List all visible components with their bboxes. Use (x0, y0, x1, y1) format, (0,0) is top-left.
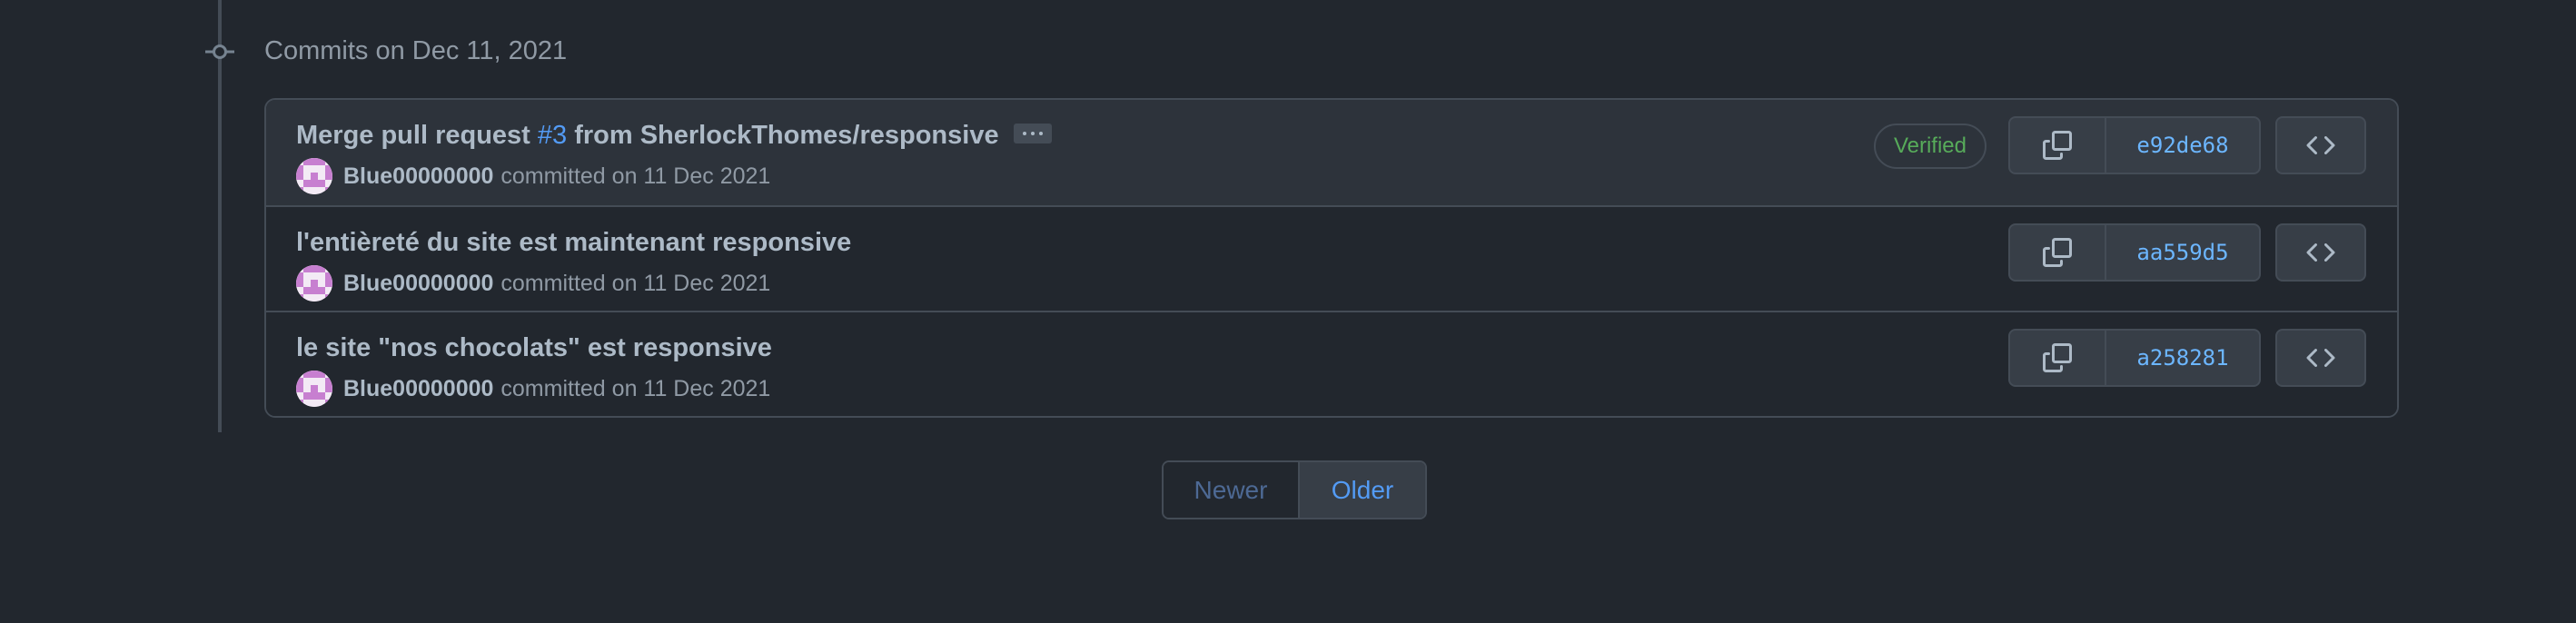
expand-message-button[interactable] (1013, 124, 1052, 144)
commit-author[interactable]: Blue00000000 (343, 163, 493, 190)
browse-repository-button[interactable] (2275, 329, 2366, 387)
copy-sha-button[interactable] (2010, 225, 2106, 280)
copy-icon (2043, 131, 2072, 160)
code-icon (2306, 135, 2335, 155)
pull-request-link[interactable]: #3 (538, 121, 567, 150)
commit-message[interactable]: Merge pull request #3 from SherlockThome… (296, 118, 1052, 153)
code-icon (2306, 242, 2335, 262)
commit-message-suffix[interactable]: from SherlockThomes/responsive (567, 121, 998, 150)
commit-sha-link[interactable]: aa559d5 (2106, 225, 2259, 280)
avatar[interactable] (296, 158, 332, 194)
code-icon (2306, 348, 2335, 368)
copy-icon (2043, 343, 2072, 372)
commit-author[interactable]: Blue00000000 (343, 271, 493, 297)
avatar[interactable] (296, 265, 332, 302)
copy-sha-button[interactable] (2010, 118, 2106, 173)
commit-message-prefix[interactable]: Merge pull request (296, 121, 538, 150)
verified-badge[interactable]: Verified (1873, 124, 1986, 169)
commit-list: Merge pull request #3 from SherlockThome… (264, 98, 2399, 418)
commit-date: committed on 11 Dec 2021 (500, 375, 771, 401)
commit-group-title: Commits on Dec 11, 2021 (264, 36, 568, 65)
commit-message[interactable]: l'entièreté du site est maintenant respo… (296, 225, 851, 260)
commit-sha-group: a258281 (2008, 329, 2261, 387)
browse-repository-button[interactable] (2275, 223, 2366, 282)
commit-meta: Blue00000000 committed on 11 Dec 2021 (296, 265, 770, 302)
copy-sha-button[interactable] (2010, 331, 2106, 385)
commit-message[interactable]: le site "nos chocolats" est responsive (296, 331, 772, 365)
git-commit-icon (205, 38, 234, 65)
commit-row: Merge pull request #3 from SherlockThome… (266, 100, 2397, 205)
commit-meta: Blue00000000 committed on 11 Dec 2021 (296, 158, 770, 194)
newer-button[interactable]: Newer (1164, 462, 1300, 518)
older-button[interactable]: Older (1300, 462, 1425, 518)
browse-repository-button[interactable] (2275, 116, 2366, 174)
pagination: Newer Older (1162, 460, 1427, 519)
commit-sha-link[interactable]: e92de68 (2106, 118, 2259, 173)
commit-author[interactable]: Blue00000000 (343, 376, 493, 402)
avatar[interactable] (296, 371, 332, 407)
commit-sha-group: e92de68 (2008, 116, 2261, 174)
commit-date: committed on 11 Dec 2021 (500, 270, 771, 296)
commit-row: le site "nos chocolats" est responsive B… (266, 311, 2397, 416)
commit-sha-group: aa559d5 (2008, 223, 2261, 282)
commit-date: committed on 11 Dec 2021 (500, 163, 771, 189)
commit-sha-link[interactable]: a258281 (2106, 331, 2259, 385)
commit-row: l'entièreté du site est maintenant respo… (266, 205, 2397, 311)
commit-meta: Blue00000000 committed on 11 Dec 2021 (296, 371, 770, 407)
copy-icon (2043, 238, 2072, 267)
